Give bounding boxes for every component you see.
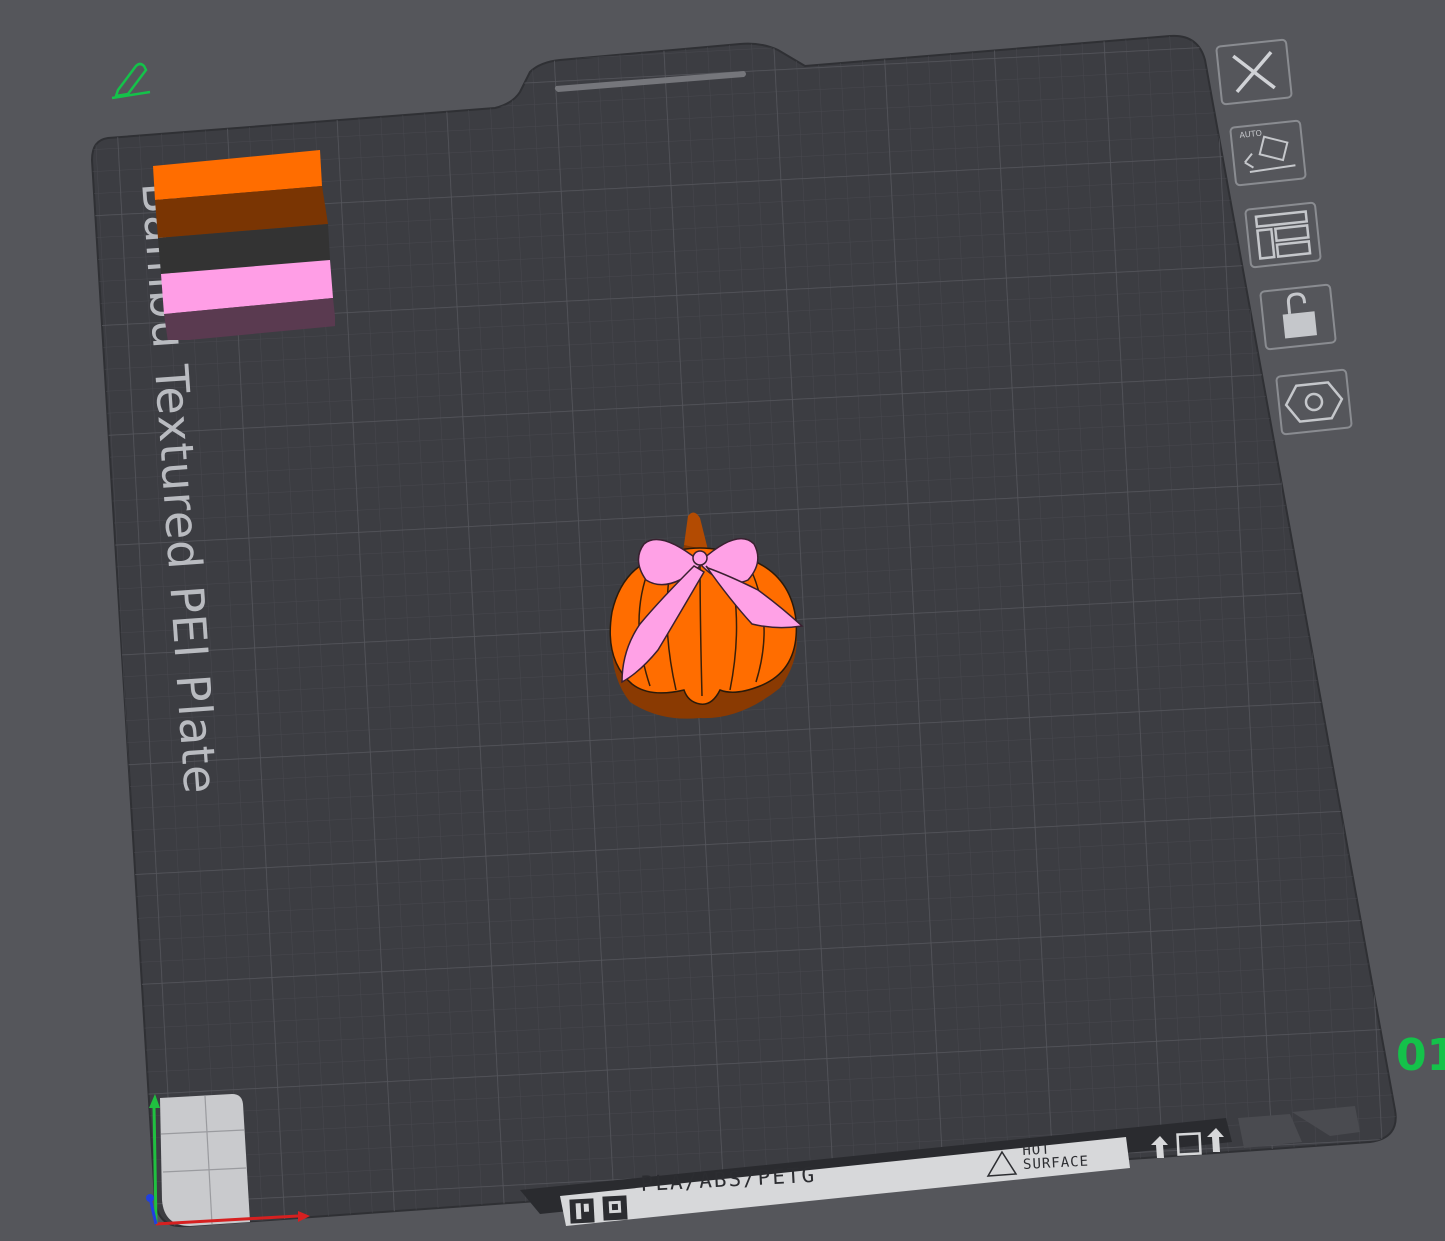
- toolbar-plate-settings-button[interactable]: [1275, 368, 1353, 436]
- toolbar-close-button[interactable]: [1215, 38, 1293, 106]
- toolbar-arrange-button[interactable]: [1244, 201, 1322, 269]
- y-axis: [152, 1105, 158, 1225]
- surface-label: SURFACE: [1022, 1153, 1090, 1173]
- plate-type-icon: [602, 1195, 628, 1221]
- edit-plate-name-pencil-icon[interactable]: [111, 62, 151, 100]
- auto-orient-icon: [1244, 135, 1296, 173]
- toolbar-lock-button[interactable]: [1259, 283, 1337, 351]
- bambu-logo-icon: [569, 1198, 595, 1224]
- arrange-layout-icon: [1254, 210, 1312, 260]
- plate-number-label[interactable]: 01: [1396, 1030, 1445, 1081]
- filament-color-swatches: [153, 150, 335, 340]
- unlock-icon: [1282, 292, 1317, 339]
- hot-surface-label: HOT SURFACE: [1022, 1141, 1090, 1173]
- hexagon-settings-icon: [1284, 381, 1344, 423]
- close-icon: [1232, 50, 1276, 94]
